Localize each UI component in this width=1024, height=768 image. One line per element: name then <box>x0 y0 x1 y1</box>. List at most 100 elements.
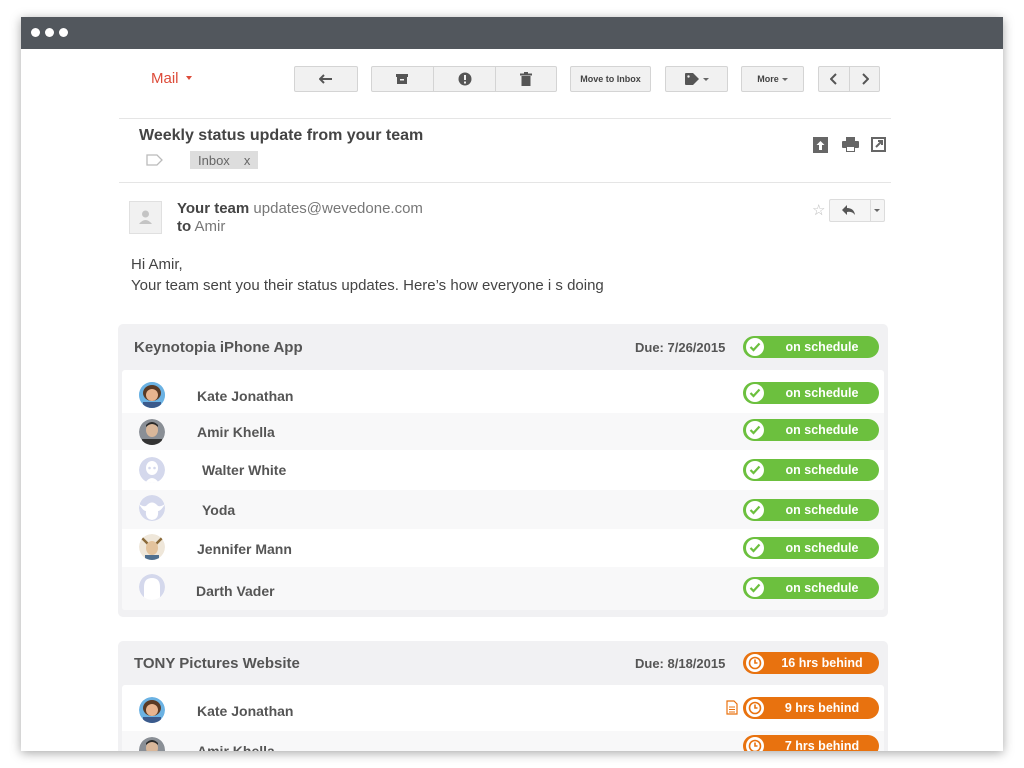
archive-icon <box>396 74 408 84</box>
member-name: Kate Jonathan <box>197 388 294 404</box>
member-row: Yoda on schedule <box>122 490 884 529</box>
member-status-text: on schedule <box>785 463 859 477</box>
greeting-text: Hi Amir, <box>131 256 183 273</box>
check-circle-icon <box>746 539 764 557</box>
member-name: Walter White <box>202 462 287 478</box>
window-dot <box>31 28 40 37</box>
amir-avatar <box>139 737 165 751</box>
delete-button[interactable] <box>496 67 556 91</box>
project-name: Keynotopia iPhone App <box>134 339 303 356</box>
move-to-inbox-label: Move to Inbox <box>580 74 641 84</box>
sender-avatar <box>129 201 162 234</box>
mail-menu[interactable]: Mail <box>151 70 179 87</box>
member-row: Kate Jonathan 9 hrs behind <box>122 685 884 731</box>
reply-divider <box>870 200 871 221</box>
member-status-pill: 9 hrs behind <box>743 697 879 719</box>
amir-avatar <box>139 419 165 445</box>
member-status-text: on schedule <box>785 581 859 595</box>
chevron-down-icon <box>702 77 709 81</box>
labels-button[interactable] <box>665 66 728 92</box>
window-dot <box>45 28 54 37</box>
member-name: Darth Vader <box>196 583 275 599</box>
member-status-text: on schedule <box>785 541 859 555</box>
chevron-right-icon <box>862 73 869 85</box>
member-name: Kate Jonathan <box>197 703 294 719</box>
check-circle-icon <box>746 579 764 597</box>
member-status-text: on schedule <box>785 423 859 437</box>
expand-all-icon[interactable] <box>813 137 828 153</box>
email-body: Hi Amir, Your team sent you their status… <box>131 254 604 296</box>
member-status-pill: on schedule <box>743 577 879 599</box>
star-icon[interactable]: ☆ <box>812 201 825 219</box>
to-label: to <box>177 218 192 235</box>
intro-text: Your team sent you their status updates.… <box>131 277 604 294</box>
print-icon[interactable] <box>842 137 859 152</box>
older-button[interactable] <box>850 67 880 91</box>
kate-avatar <box>139 382 165 408</box>
sender-line: Your team updates@wevedone.com <box>177 200 423 217</box>
member-name: Yoda <box>202 502 236 518</box>
archive-button[interactable] <box>371 67 433 91</box>
reply-button-group <box>829 199 885 222</box>
sender-name: Your team <box>177 200 250 217</box>
inbox-label-text[interactable]: Inbox <box>198 153 230 168</box>
remove-label-button[interactable]: x <box>244 153 251 168</box>
member-row: Amir Khella 7 hrs behind <box>122 731 884 751</box>
move-to-inbox-button[interactable]: Move to Inbox <box>570 66 651 92</box>
back-button[interactable] <box>294 66 358 92</box>
check-circle-icon <box>746 384 764 402</box>
label-outline-icon[interactable] <box>146 154 163 166</box>
window-titlebar <box>21 17 1003 49</box>
clock-icon <box>746 737 764 751</box>
project-status-text: on schedule <box>785 340 859 354</box>
walter-avatar <box>139 457 165 483</box>
project-card: Keynotopia iPhone App Due: 7/26/2015 on … <box>118 324 888 617</box>
more-button[interactable]: More <box>741 66 804 92</box>
member-row: Kate Jonathan on schedule <box>122 370 884 413</box>
member-name: Amir Khella <box>197 424 275 440</box>
member-status-text: on schedule <box>785 386 859 400</box>
email-subject: Weekly status update from your team <box>139 127 424 144</box>
sender-email: updates@wevedone.com <box>253 200 423 217</box>
chevron-left-icon <box>830 73 837 85</box>
project-status-pill: on schedule <box>743 336 879 358</box>
more-label: More <box>757 74 779 84</box>
vader-avatar <box>139 574 165 600</box>
project-name: TONY Pictures Website <box>134 655 300 672</box>
project-status-text: 16 hrs behind <box>781 656 863 670</box>
inbox-label-chip: Inbox x <box>190 151 259 169</box>
member-list: Kate Jonathan 9 hrs behind Amir Khella 7… <box>122 685 884 751</box>
window-dot <box>59 28 68 37</box>
member-name: Jennifer Mann <box>197 541 292 557</box>
gmail-view: Mail Move to Inbox More Weekly status up… <box>21 49 1003 751</box>
member-row: Darth Vader on schedule <box>122 567 884 610</box>
member-status-pill: 7 hrs behind <box>743 735 879 751</box>
person-placeholder-icon <box>139 210 152 224</box>
recipient-line: to Amir <box>177 218 225 235</box>
recipient-name: Amir <box>194 218 226 235</box>
member-status-text: on schedule <box>785 503 859 517</box>
check-circle-icon <box>746 501 764 519</box>
chevron-down-icon <box>781 77 788 81</box>
reply-icon[interactable] <box>842 205 856 216</box>
newer-button[interactable] <box>819 67 849 91</box>
reply-more-icon[interactable] <box>874 209 880 212</box>
check-circle-icon <box>746 461 764 479</box>
check-circle-icon <box>746 338 764 356</box>
clock-icon <box>746 654 764 672</box>
member-row: Walter White on schedule <box>122 450 884 490</box>
spam-icon <box>458 72 471 86</box>
member-name: Amir Khella <box>197 743 275 751</box>
mail-caret-icon[interactable] <box>186 76 192 80</box>
clock-icon <box>746 699 764 717</box>
browser-window: Mail Move to Inbox More Weekly status up… <box>21 17 1003 751</box>
jennifer-avatar <box>139 534 165 560</box>
document-icon[interactable] <box>726 700 738 715</box>
report-spam-button[interactable] <box>434 67 495 91</box>
check-circle-icon <box>746 421 764 439</box>
open-new-window-icon[interactable] <box>871 137 886 152</box>
divider <box>119 118 891 119</box>
member-status-pill: on schedule <box>743 499 879 521</box>
project-due-date: Due: 8/18/2015 <box>635 656 726 671</box>
tag-icon <box>684 73 699 85</box>
